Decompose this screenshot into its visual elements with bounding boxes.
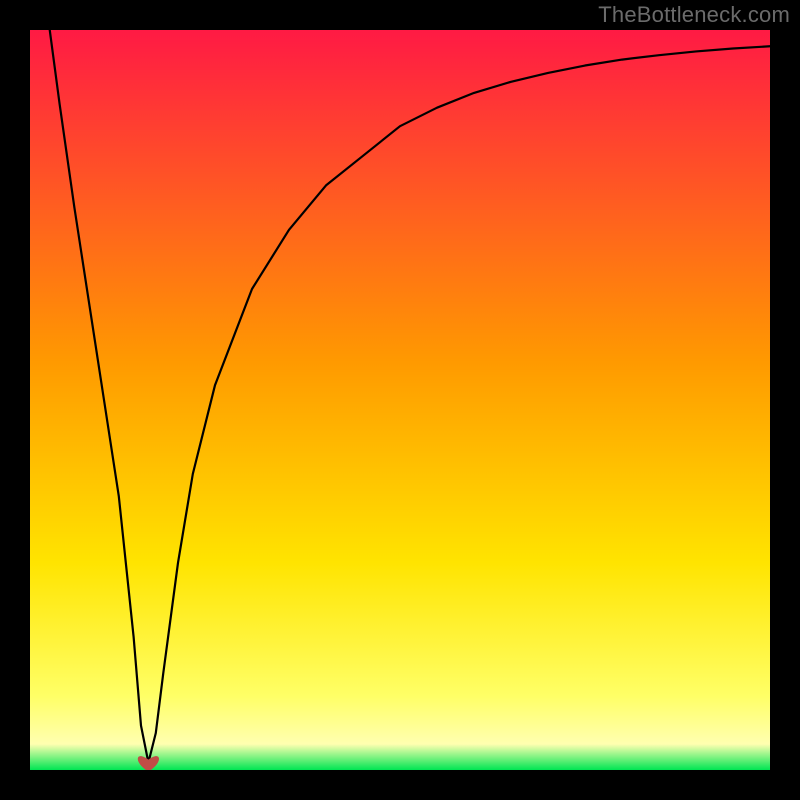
gradient-background — [30, 30, 770, 770]
plot-panel — [30, 30, 770, 770]
watermark-text: TheBottleneck.com — [598, 2, 790, 28]
outer-frame: TheBottleneck.com — [0, 0, 800, 800]
chart-svg — [30, 30, 770, 770]
